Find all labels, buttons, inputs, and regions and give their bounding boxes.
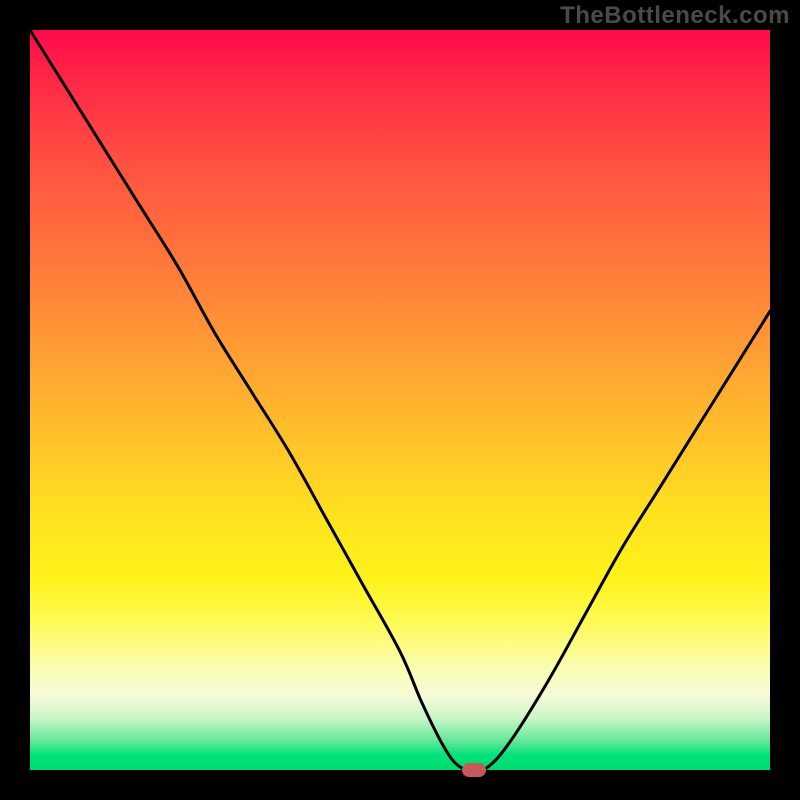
chart-frame: TheBottleneck.com <box>0 0 800 800</box>
minimum-marker <box>462 763 486 777</box>
curve-svg <box>30 30 770 770</box>
bottleneck-curve-path <box>30 30 770 770</box>
watermark-text: TheBottleneck.com <box>560 2 790 30</box>
plot-area <box>30 30 770 770</box>
